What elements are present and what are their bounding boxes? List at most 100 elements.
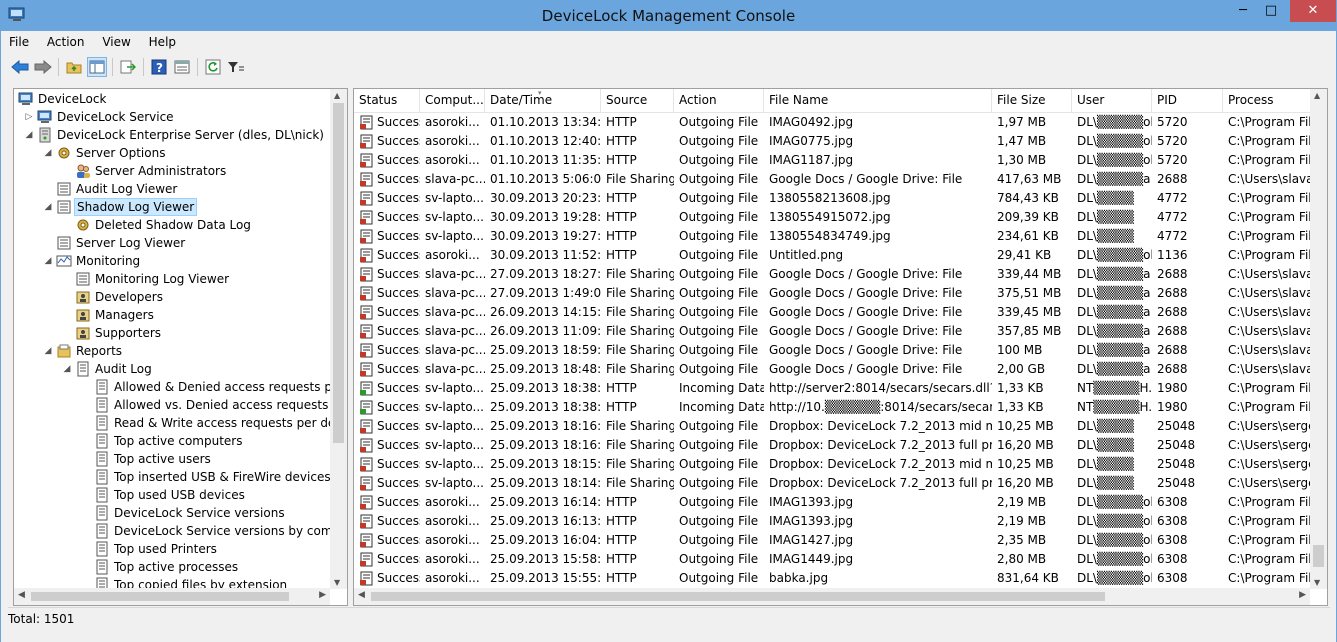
- properties-icon[interactable]: [172, 57, 192, 77]
- tree-expander-icon[interactable]: ◢: [43, 342, 53, 360]
- forward-arrow-icon[interactable]: [33, 57, 53, 77]
- table-row[interactable]: Success sv-lapto... 25.09.2013 18:14:58 Fil…: [354, 474, 1314, 493]
- column-header-computer[interactable]: Comput...: [420, 89, 485, 112]
- column-header-action[interactable]: Action: [674, 89, 764, 112]
- cell-file-size: 16,20 MB: [997, 438, 1054, 452]
- minimize-button[interactable]: ─: [1229, 0, 1257, 22]
- tree-expander-icon[interactable]: ◢: [43, 252, 53, 270]
- tree-item[interactable]: Top used USB devices: [14, 486, 330, 504]
- table-row[interactable]: Success slava-pc... 27.09.2013 18:27:13 Fil…: [354, 265, 1314, 284]
- tree-item[interactable]: ◢ Shadow Log Viewer: [14, 198, 330, 216]
- tree-item[interactable]: Top inserted USB & FireWire devices: [14, 468, 331, 486]
- help-icon[interactable]: ?: [149, 57, 169, 77]
- tree-horizontal-scrollbar[interactable]: ◀ ▶: [14, 588, 330, 605]
- show-hide-tree-icon[interactable]: [87, 57, 107, 77]
- table-row[interactable]: Success asoroki... 01.10.2013 13:34:57 HTTP…: [354, 113, 1314, 132]
- table-row[interactable]: Success sv-lapto... 25.09.2013 18:16:10 Fil…: [354, 417, 1314, 436]
- table-row[interactable]: Success sv-lapto... 30.09.2013 19:28:36 HTT…: [354, 208, 1314, 227]
- column-header-pid[interactable]: PID: [1152, 89, 1223, 112]
- export-list-icon[interactable]: [118, 57, 138, 77]
- log-icon: [57, 200, 71, 214]
- column-header-file-name[interactable]: File Name: [764, 89, 992, 112]
- tree-expander-icon[interactable]: ◢: [62, 360, 72, 378]
- tree-item[interactable]: Monitoring Log Viewer: [14, 270, 330, 288]
- tree-item[interactable]: ◢ Audit Log: [14, 360, 330, 378]
- column-header-process[interactable]: Process: [1223, 89, 1314, 112]
- column-header-file-size[interactable]: File Size: [992, 89, 1072, 112]
- tree-item[interactable]: Audit Log Viewer: [14, 180, 330, 198]
- close-button[interactable]: ✕: [1290, 0, 1336, 22]
- menu-file[interactable]: File: [8, 33, 30, 51]
- tree-item[interactable]: Supporters: [14, 324, 330, 342]
- tree-item[interactable]: Allowed & Denied access requests per ch: [14, 378, 347, 396]
- column-header-datetime[interactable]: Date/Time: [485, 89, 601, 112]
- tree-item[interactable]: Developers: [14, 288, 330, 306]
- table-row[interactable]: Success sv-lapto... 30.09.2013 19:27:18 HTT…: [354, 227, 1314, 246]
- tree-item[interactable]: DeviceLock Service versions: [14, 504, 330, 522]
- table-row[interactable]: Success sv-lapto... 25.09.2013 18:38:46 HTT…: [354, 398, 1314, 417]
- tree-item[interactable]: Server Administrators: [14, 162, 330, 180]
- filter-icon[interactable]: [226, 57, 246, 77]
- tree-item[interactable]: DeviceLock Service versions by computer: [14, 522, 347, 540]
- list-horizontal-scrollbar[interactable]: ◀ ▶: [354, 588, 1310, 605]
- tree-item[interactable]: ◢ Reports: [14, 342, 330, 360]
- list-vertical-scrollbar[interactable]: ▲ ▼: [1310, 89, 1327, 589]
- table-row[interactable]: Success slava-pc... 26.09.2013 14:15:49 Fil…: [354, 303, 1314, 322]
- tree-item[interactable]: ◢ Monitoring: [14, 252, 330, 270]
- tree-item[interactable]: Allowed vs. Denied access requests: [14, 396, 330, 414]
- tree-item[interactable]: ▷ DeviceLock Service: [14, 108, 330, 126]
- menu-action[interactable]: Action: [46, 33, 86, 51]
- column-header-source[interactable]: Source: [601, 89, 674, 112]
- tree-item[interactable]: ◢ DeviceLock Enterprise Server (dles, DL\…: [14, 126, 330, 144]
- table-row[interactable]: Success slava-pc... 27.09.2013 1:49:04 File…: [354, 284, 1314, 303]
- tree-item[interactable]: Server Log Viewer: [14, 234, 330, 252]
- tree-item[interactable]: Deleted Shadow Data Log: [14, 216, 330, 234]
- table-row[interactable]: Success asoroki... 25.09.2013 16:13:58 HTTP…: [354, 512, 1314, 531]
- list-scroll-thumb[interactable]: [1313, 545, 1324, 567]
- tree-item[interactable]: Top active processes: [14, 558, 330, 576]
- table-row[interactable]: Success asoroki... 25.09.2013 15:58:23 HTTP…: [354, 550, 1314, 569]
- tree-item[interactable]: Top active users: [14, 450, 330, 468]
- column-header-status[interactable]: Status: [354, 89, 420, 112]
- table-row[interactable]: Success asoroki... 25.09.2013 15:55:32 HTTP…: [354, 569, 1314, 588]
- tree-expander-icon[interactable]: ▷: [24, 108, 34, 126]
- menu-view[interactable]: View: [101, 33, 131, 51]
- tree-expander-icon[interactable]: ◢: [43, 198, 53, 216]
- tree-item[interactable]: Managers: [14, 306, 330, 324]
- table-row[interactable]: Success sv-lapto... 25.09.2013 18:16:02 Fil…: [354, 436, 1314, 455]
- table-row[interactable]: Success asoroki... 01.10.2013 11:35:33 HTTP…: [354, 151, 1314, 170]
- table-row[interactable]: Success slava-pc... 01.10.2013 5:06:02 File…: [354, 170, 1314, 189]
- menu-help[interactable]: Help: [148, 33, 177, 51]
- column-header-user[interactable]: User: [1072, 89, 1152, 112]
- refresh-icon[interactable]: [203, 57, 223, 77]
- table-row[interactable]: Success slava-pc... 25.09.2013 18:48:28 Fil…: [354, 360, 1314, 379]
- tree-item[interactable]: Top used Printers: [14, 540, 330, 558]
- cell-pid: 6308: [1157, 533, 1188, 547]
- table-row[interactable]: Success sv-lapto... 30.09.2013 20:23:35 HTT…: [354, 189, 1314, 208]
- cell-process: C:\Program Fil: [1228, 229, 1312, 243]
- tree-scroll-thumb[interactable]: [333, 103, 344, 443]
- tree-item[interactable]: DeviceLock: [14, 90, 330, 108]
- console-tree[interactable]: DeviceLock ▷ DeviceLock Service ◢ DeviceLock…: [13, 88, 348, 606]
- tree-hscroll-thumb[interactable]: [31, 592, 289, 601]
- shadow-log-list[interactable]: Status Comput... Date/Time Source Action…: [353, 88, 1328, 606]
- cell-pid: 6308: [1157, 552, 1188, 566]
- tree-vertical-scrollbar[interactable]: ▲ ▼: [330, 89, 347, 589]
- back-arrow-icon[interactable]: [10, 57, 30, 77]
- table-row[interactable]: Success asoroki... 30.09.2013 11:52:20 HTTP…: [354, 246, 1314, 265]
- table-row[interactable]: Success asoroki... 01.10.2013 12:40:01 HTTP…: [354, 132, 1314, 151]
- tree-expander-icon[interactable]: ◢: [24, 126, 34, 144]
- table-row[interactable]: Success asoroki... 25.09.2013 16:04:36 HTTP…: [354, 531, 1314, 550]
- table-row[interactable]: Success sv-lapto... 25.09.2013 18:15:06 Fil…: [354, 455, 1314, 474]
- tree-item[interactable]: Read & Write access requests per device …: [14, 414, 347, 432]
- table-row[interactable]: Success slava-pc... 25.09.2013 18:59:55 Fil…: [354, 341, 1314, 360]
- table-row[interactable]: Success slava-pc... 26.09.2013 11:09:42 Fil…: [354, 322, 1314, 341]
- up-folder-icon[interactable]: [64, 57, 84, 77]
- tree-item[interactable]: Top active computers: [14, 432, 330, 450]
- table-row[interactable]: Success sv-lapto... 25.09.2013 18:38:48 HTT…: [354, 379, 1314, 398]
- tree-item[interactable]: ◢ Server Options: [14, 144, 330, 162]
- list-hscroll-thumb[interactable]: [371, 592, 1105, 601]
- maximize-button[interactable]: □: [1257, 0, 1285, 22]
- table-row[interactable]: Success asoroki... 25.09.2013 16:14:36 HTTP…: [354, 493, 1314, 512]
- tree-expander-icon[interactable]: ◢: [43, 144, 53, 162]
